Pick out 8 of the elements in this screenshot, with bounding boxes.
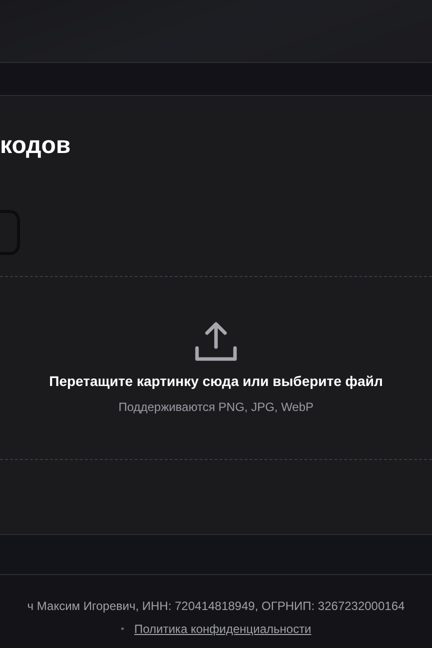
dropzone-hint: Поддерживаются PNG, JPG, WebP xyxy=(118,398,314,416)
legal-text: ч Максим Игоревич, ИНН: 720414818949, ОГРНИП: 3267232000164 xyxy=(27,598,405,615)
upload-icon xyxy=(195,320,237,362)
dropzone[interactable]: Перетащите картинку сюда или выберите файл Поддерживаются PNG, JPG, WebP xyxy=(0,276,432,460)
section-title: кодов xyxy=(0,132,71,160)
privacy-link[interactable]: Политика конфиденциальности xyxy=(134,620,312,638)
dropzone-title: Перетащите картинку сюда или выберите файл xyxy=(49,372,383,391)
bullet: • xyxy=(120,622,124,636)
